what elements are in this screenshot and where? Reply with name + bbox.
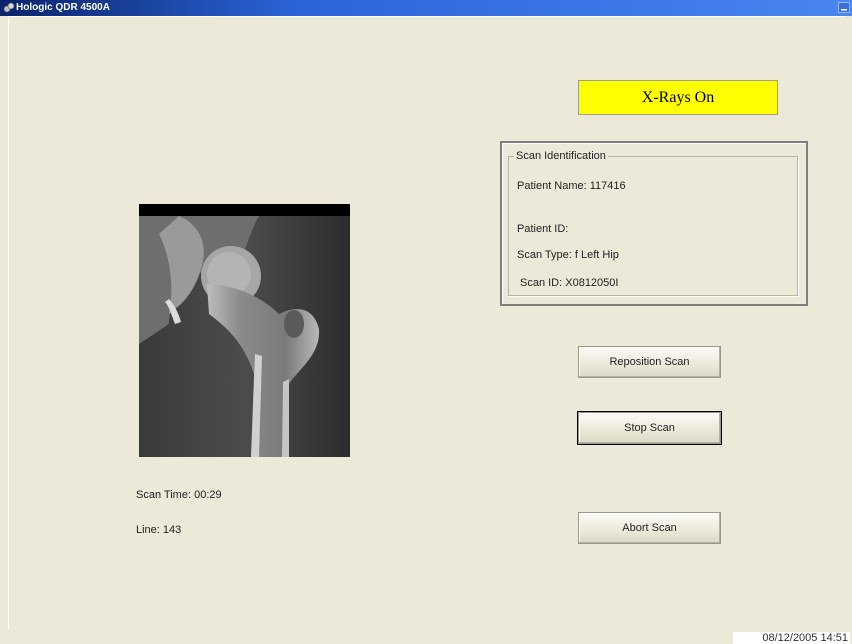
patient-name-text: Patient Name: 117416 — [517, 180, 626, 192]
abort-scan-button[interactable]: Abort Scan — [578, 512, 721, 544]
scan-id-text: Scan ID: X0812050I — [520, 277, 619, 289]
xray-scan-image — [139, 204, 350, 457]
scan-type-text: Scan Type: f Left Hip — [517, 249, 619, 261]
window-title: Hologic QDR 4500A — [16, 2, 110, 13]
title-bar[interactable]: Hologic QDR 4500A — [0, 0, 852, 16]
scan-identification-label: Scan Identification — [514, 150, 608, 162]
hologic-app-icon — [3, 2, 15, 13]
hip-xray-graphic — [139, 216, 350, 457]
stop-scan-button[interactable]: Stop Scan — [577, 411, 722, 445]
minimize-icon[interactable] — [838, 2, 850, 13]
scan-line-text: Line: 143 — [136, 524, 182, 536]
status-timestamp: 08/12/2005 14:51 — [733, 632, 850, 644]
patient-id-text: Patient ID: — [517, 223, 569, 235]
xray-status-indicator: X-Rays On — [578, 80, 778, 115]
scan-time-text: Scan Time: 00:29 — [136, 489, 222, 501]
reposition-scan-button[interactable]: Reposition Scan — [578, 346, 721, 378]
